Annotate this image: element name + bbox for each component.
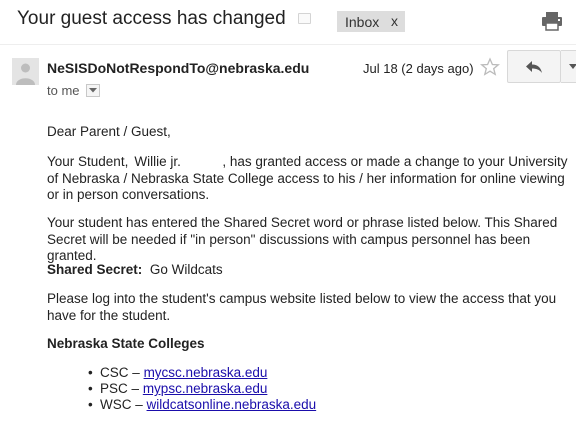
star-outline-icon[interactable]	[480, 57, 500, 77]
recipient-line: to me	[47, 83, 100, 98]
inbox-label-chip[interactable]: Inbox x	[337, 11, 405, 32]
subject-bar: Your guest access has changed Inbox x	[0, 0, 576, 44]
chevron-down-icon	[569, 63, 576, 69]
greeting: Dear Parent / Guest,	[47, 124, 171, 139]
shared-secret-line: Shared Secret: Go Wildcats	[47, 262, 223, 279]
shared-secret-value: Go Wildcats	[149, 262, 223, 277]
header-divider	[0, 44, 576, 45]
separator: –	[135, 397, 143, 412]
college-link[interactable]: mypsc.nebraska.edu	[143, 381, 268, 396]
message-date: Jul 18 (2 days ago)	[363, 61, 474, 76]
more-options-button[interactable]	[561, 50, 576, 83]
separator: –	[132, 365, 140, 380]
access-change-paragraph: Your Student, Willie jr., has granted acc…	[47, 154, 571, 204]
inbox-label-text: Inbox	[345, 13, 380, 30]
college-abbr: CSC	[100, 365, 129, 380]
college-link[interactable]: mycsc.nebraska.edu	[144, 365, 268, 380]
college-link[interactable]: wildcatsonline.nebraska.edu	[147, 397, 317, 412]
reply-button[interactable]	[507, 50, 561, 83]
list-item: • WSC – wildcatsonline.nebraska.edu	[88, 397, 317, 412]
shared-secret-label: Shared Secret:	[47, 262, 143, 277]
remove-label-button[interactable]: x	[391, 13, 398, 29]
reply-arrow-icon	[526, 60, 542, 73]
list-item: • CSC – mycsc.nebraska.edu	[88, 365, 268, 380]
recipient-text: to me	[47, 83, 80, 98]
shared-secret-paragraph: Your student has entered the Shared Secr…	[47, 215, 558, 263]
p1-start: Your Student,	[47, 154, 129, 169]
colleges-list: • CSC – mycsc.nebraska.edu • PSC – mypsc.n…	[88, 365, 316, 413]
separator: –	[131, 381, 140, 396]
person-icon	[12, 58, 39, 85]
student-name: Willie jr.	[134, 154, 181, 169]
email-subject: Your guest access has changed	[17, 8, 286, 29]
printer-icon[interactable]	[541, 11, 563, 31]
college-abbr: PSC	[100, 381, 128, 396]
sender-address: NeSISDoNotRespondTo@nebraska.edu	[47, 60, 310, 76]
colleges-heading: Nebraska State Colleges	[47, 336, 205, 351]
small-dropdown-icon[interactable]	[85, 84, 100, 97]
login-instructions: Please log into the student's campus web…	[47, 291, 557, 323]
college-abbr: WSC	[100, 397, 132, 412]
list-item: • PSC – mypsc.nebraska.edu	[88, 381, 268, 396]
important-marker-icon[interactable]	[298, 13, 311, 24]
